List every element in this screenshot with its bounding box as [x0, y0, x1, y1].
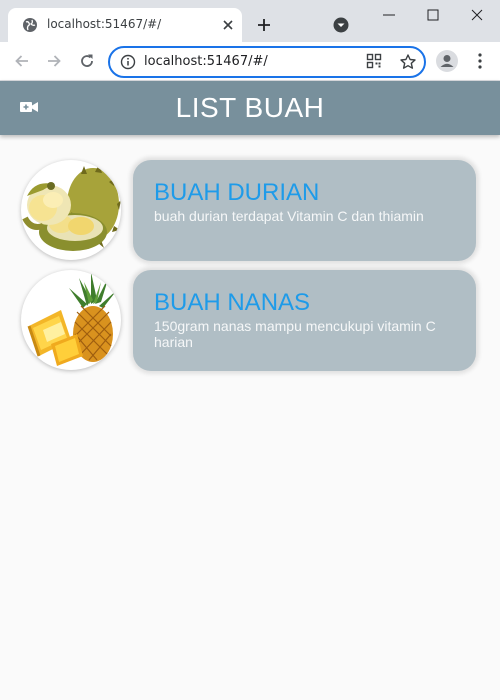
page-title: LIST BUAH — [175, 92, 325, 123]
info-icon[interactable] — [120, 54, 136, 70]
address-bar[interactable]: localhost:51467/#/ — [108, 46, 426, 78]
close-window-icon[interactable] — [468, 6, 486, 24]
globe-icon — [23, 18, 37, 32]
close-tab-icon[interactable] — [221, 18, 235, 32]
maximize-icon[interactable] — [424, 6, 442, 24]
profile-avatar[interactable] — [436, 50, 458, 72]
list-item[interactable]: BUAH DURIAN buah durian terdapat Vitamin… — [0, 135, 500, 261]
person-icon — [440, 55, 454, 67]
tab-search-icon[interactable] — [333, 17, 349, 33]
more-menu-icon[interactable] — [477, 52, 483, 70]
fruit-card[interactable]: BUAH NANAS 150gram nanas mampu mencukupi… — [133, 270, 476, 371]
minimize-icon[interactable] — [380, 6, 398, 24]
card-description: buah durian terdapat Vitamin C dan thiam… — [154, 208, 424, 224]
new-tab-icon[interactable] — [256, 17, 272, 33]
browser-tabstrip: localhost:51467/#/ — [0, 0, 500, 42]
card-title: BUAH NANAS — [154, 289, 311, 316]
bookmark-star-icon[interactable] — [399, 53, 417, 71]
card-title: BUAH DURIAN — [154, 179, 320, 206]
tab-title: localhost:51467/#/ — [47, 17, 162, 31]
forward-arrow-icon[interactable] — [45, 52, 63, 70]
qr-code-icon[interactable] — [366, 53, 382, 69]
card-description: 150gram nanas mampu mencukupi vitamin C … — [154, 318, 436, 350]
back-arrow-icon[interactable] — [13, 52, 31, 70]
url-text: localhost:51467/#/ — [144, 54, 268, 69]
app-bar: LIST BUAH — [0, 81, 500, 135]
browser-tab[interactable]: localhost:51467/#/ — [8, 8, 242, 42]
browser-toolbar: localhost:51467/#/ — [0, 42, 500, 81]
list-item[interactable]: BUAH NANAS 150gram nanas mampu mencukupi… — [0, 245, 500, 371]
pineapple-image — [21, 270, 121, 370]
reload-icon[interactable] — [78, 52, 96, 70]
